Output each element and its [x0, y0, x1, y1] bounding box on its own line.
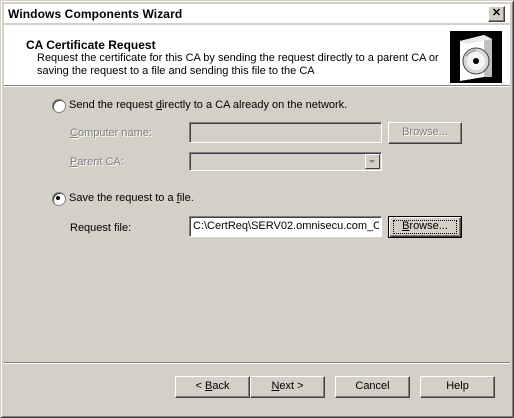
certificate-cd-box-icon — [450, 31, 502, 83]
next-button[interactable]: Next > — [250, 376, 325, 398]
parent-ca-select[interactable] — [189, 152, 382, 171]
save-file-label[interactable]: Save the request to a file. — [69, 192, 194, 204]
send-direct-radio[interactable] — [52, 99, 66, 113]
title-bar[interactable]: Windows Components Wizard ✕ — [4, 4, 510, 23]
cancel-button[interactable]: Cancel — [335, 376, 410, 398]
parent-ca-label: Parent CA: — [70, 156, 124, 168]
send-direct-label[interactable]: Send the request directly to a CA alread… — [69, 99, 347, 111]
back-button[interactable]: < Back — [175, 376, 250, 398]
close-icon: ✕ — [491, 7, 502, 19]
request-file-label: Request file: — [70, 222, 132, 234]
page-title: CA Certificate Request — [26, 38, 156, 52]
window-title: Windows Components Wizard — [8, 7, 183, 21]
wizard-window: Windows Components Wizard ✕ CA Certifica… — [0, 0, 514, 418]
save-file-radio[interactable] — [52, 192, 66, 206]
computer-browse-button[interactable]: Browse... — [388, 122, 462, 144]
request-browse-button[interactable]: Browse... — [388, 216, 462, 238]
chevron-down-icon[interactable] — [365, 154, 380, 169]
page-subtitle: Request the certificate for this CA by s… — [37, 52, 439, 77]
wizard-header: CA Certificate Request Request the certi… — [4, 25, 510, 85]
close-button[interactable]: ✕ — [488, 6, 505, 22]
header-divider — [4, 85, 510, 87]
computer-name-field[interactable] — [189, 122, 382, 143]
footer-divider — [4, 362, 510, 364]
request-file-input[interactable]: C:\CertReq\SERV02.omnisecu.com_O — [189, 216, 382, 237]
help-button[interactable]: Help — [420, 376, 495, 398]
computer-name-label: Computer name: — [70, 127, 152, 139]
